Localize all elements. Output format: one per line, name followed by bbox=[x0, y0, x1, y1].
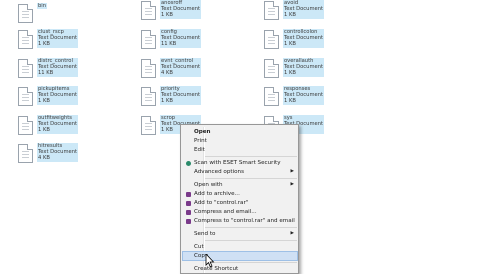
menu-item-label: Print bbox=[194, 138, 207, 144]
menu-item-add-to-rar[interactable]: Add to "control.rar" bbox=[183, 199, 297, 207]
menu-item-compress-rar-email[interactable]: Compress to "control.rar" and email bbox=[183, 217, 297, 225]
file-item[interactable]: responses Text Document 1 KB bbox=[264, 86, 384, 112]
menu-item-label: Add to archive... bbox=[194, 191, 240, 197]
menu-item-compress-email[interactable]: Compress and email... bbox=[183, 208, 297, 216]
text-document-icon bbox=[18, 30, 33, 49]
file-size: 11 KB bbox=[38, 70, 54, 77]
winrar-icon bbox=[186, 210, 191, 215]
menu-item-label: Open bbox=[194, 129, 211, 135]
file-item[interactable]: avoid Text Document 1 KB bbox=[264, 0, 384, 26]
menu-item-print[interactable]: Print bbox=[183, 137, 297, 145]
file-item[interactable]: priority Text Document 1 KB bbox=[141, 86, 261, 112]
file-size: 4 KB bbox=[38, 155, 50, 162]
menu-item-label: Create Shortcut bbox=[194, 266, 239, 272]
menu-item-label: Compress to "control.rar" and email bbox=[194, 218, 295, 224]
text-document-icon bbox=[18, 4, 33, 23]
text-document-icon bbox=[18, 144, 33, 163]
file-item[interactable]: evnt_control Text Document 4 KB bbox=[141, 58, 261, 84]
mouse-cursor-icon bbox=[205, 254, 215, 268]
file-item[interactable]: clust_rscp Text Document 1 KB bbox=[18, 29, 138, 55]
eset-icon bbox=[186, 161, 191, 166]
file-size: 1 KB bbox=[284, 12, 296, 19]
file-item[interactable]: bin bbox=[18, 3, 138, 29]
file-size: 1 KB bbox=[38, 127, 50, 134]
text-document-icon bbox=[264, 30, 279, 49]
text-document-icon bbox=[264, 87, 279, 106]
winrar-icon bbox=[186, 201, 191, 206]
menu-item-add-to-archive[interactable]: Add to archive... bbox=[183, 190, 297, 198]
file-size: 1 KB bbox=[38, 98, 50, 105]
menu-item-label: Add to "control.rar" bbox=[194, 200, 249, 206]
text-document-icon bbox=[141, 87, 156, 106]
file-size: 11 KB bbox=[161, 41, 177, 48]
text-document-icon bbox=[18, 116, 33, 135]
submenu-arrow-icon: ▶ bbox=[290, 182, 294, 187]
file-size: 1 KB bbox=[38, 41, 50, 48]
file-item[interactable]: config Text Document 11 KB bbox=[141, 29, 261, 55]
menu-separator bbox=[205, 227, 297, 228]
file-item[interactable]: controllcolon Text Document 1 KB bbox=[264, 29, 384, 55]
context-menu: Open Print Edit Scan with ESET Smart Sec… bbox=[180, 124, 299, 274]
menu-separator bbox=[205, 156, 297, 157]
menu-item-scan-eset[interactable]: Scan with ESET Smart Security bbox=[183, 159, 297, 167]
file-size: 1 KB bbox=[284, 70, 296, 77]
file-size: 1 KB bbox=[161, 12, 173, 19]
menu-item-label: Send to bbox=[194, 231, 216, 237]
menu-item-edit[interactable]: Edit bbox=[183, 146, 297, 154]
text-document-icon bbox=[141, 116, 156, 135]
menu-item-label: Compress and email... bbox=[194, 209, 257, 215]
file-item[interactable]: outfitweights Text Document 1 KB bbox=[18, 115, 138, 141]
file-item[interactable]: distrc_control Text Document 11 KB bbox=[18, 58, 138, 84]
menu-item-advanced-options[interactable]: Advanced options ▶ bbox=[183, 168, 297, 176]
menu-item-label: Scan with ESET Smart Security bbox=[194, 160, 281, 166]
file-item[interactable]: overallauth Text Document 1 KB bbox=[264, 58, 384, 84]
file-name: bin bbox=[38, 3, 47, 9]
menu-item-label: Cut bbox=[194, 244, 204, 250]
menu-item-send-to[interactable]: Send to ▶ bbox=[183, 230, 297, 238]
text-document-icon bbox=[264, 59, 279, 78]
file-size: 1 KB bbox=[284, 41, 296, 48]
menu-item-label: Open with bbox=[194, 182, 223, 188]
menu-item-create-shortcut[interactable]: Create Shortcut bbox=[183, 265, 297, 273]
text-document-icon bbox=[141, 59, 156, 78]
winrar-icon bbox=[186, 219, 191, 224]
file-item[interactable]: anosroff Text Document 1 KB bbox=[141, 0, 261, 26]
menu-separator bbox=[205, 240, 297, 241]
menu-item-copy[interactable]: Copy bbox=[182, 251, 298, 261]
file-list-pane: bin clust_rscp Text Document 1 KB distrc… bbox=[0, 0, 480, 274]
menu-item-label: Advanced options bbox=[194, 169, 245, 175]
menu-separator bbox=[205, 178, 297, 179]
submenu-arrow-icon: ▶ bbox=[290, 169, 294, 174]
text-document-icon bbox=[18, 87, 33, 106]
file-size: 1 KB bbox=[284, 98, 296, 105]
winrar-icon bbox=[186, 192, 191, 197]
menu-item-cut[interactable]: Cut bbox=[183, 243, 297, 251]
file-item[interactable]: hitresults Text Document 4 KB bbox=[18, 143, 138, 169]
menu-item-label: Edit bbox=[194, 147, 205, 153]
file-size: 1 KB bbox=[161, 98, 173, 105]
file-item[interactable]: pickupitems Text Document 1 KB bbox=[18, 86, 138, 112]
menu-item-open-with[interactable]: Open with ▶ bbox=[183, 181, 297, 189]
submenu-arrow-icon: ▶ bbox=[290, 231, 294, 236]
menu-separator bbox=[205, 262, 297, 263]
menu-item-open[interactable]: Open bbox=[183, 128, 297, 136]
file-size: 4 KB bbox=[161, 70, 173, 77]
text-document-icon bbox=[18, 59, 33, 78]
text-document-icon bbox=[264, 1, 279, 20]
text-document-icon bbox=[141, 30, 156, 49]
text-document-icon bbox=[141, 1, 156, 20]
